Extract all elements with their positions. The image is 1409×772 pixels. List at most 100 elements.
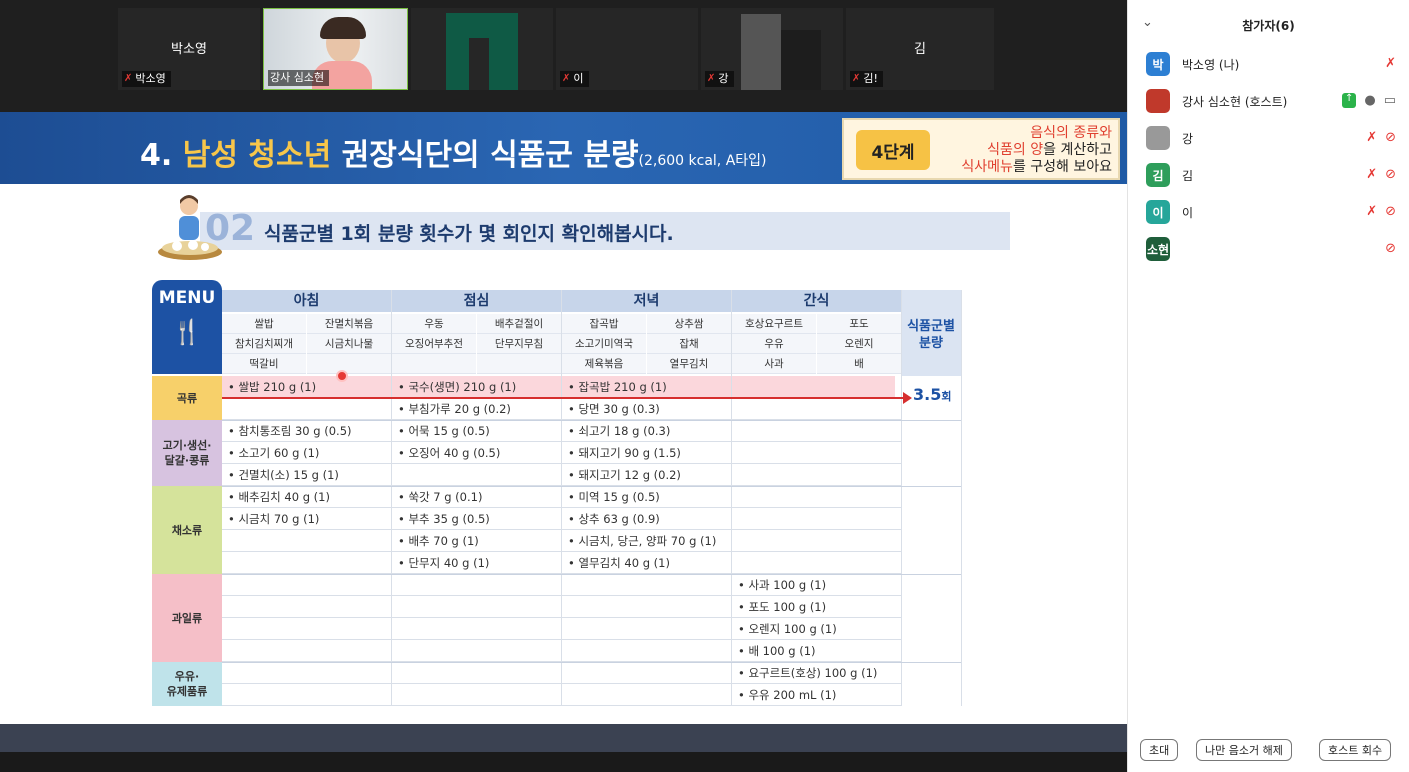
invite-button[interactable]: 초대 bbox=[1140, 739, 1179, 761]
participant-name: 강 bbox=[1182, 132, 1194, 146]
food-item: • 시금치 70 g (1) bbox=[228, 512, 320, 526]
participant-row[interactable]: 김 김 ✗ ⊘ bbox=[1146, 163, 1404, 189]
mic-muted-icon[interactable]: ✗ bbox=[1366, 204, 1377, 219]
annotation-pointer-icon bbox=[336, 370, 348, 382]
video-off-icon[interactable]: ⊘ bbox=[1385, 167, 1396, 182]
title-text: 권장식단의 식품군 분량 bbox=[341, 138, 639, 173]
step-line: 음식의 종류와 bbox=[1030, 125, 1112, 141]
column-divider bbox=[731, 290, 732, 706]
video-tile[interactable]: ✗ 강 bbox=[701, 8, 843, 90]
mic-muted-icon: ✗ bbox=[124, 73, 133, 84]
meal-menu-item: 배추겉절이 bbox=[477, 314, 561, 334]
meal-menu-item: 떡갈비 bbox=[222, 354, 306, 374]
food-item: • 잡곡밥 210 g (1) bbox=[568, 380, 667, 394]
participant-status-icons: ✗ ⊘ bbox=[1366, 130, 1396, 145]
section-heading: 식품군별 1회 분량 횟수가 몇 회인지 확인해봅시다. bbox=[264, 223, 674, 245]
meal-menu-item: 잔멸치볶음 bbox=[307, 314, 391, 334]
mic-muted-icon[interactable]: ✗ bbox=[1385, 56, 1396, 71]
food-item: • 쌀밥 210 g (1) bbox=[228, 380, 317, 394]
participant-row[interactable]: 소현 ⊘ bbox=[1146, 237, 1404, 263]
food-item: • 미역 15 g (0.5) bbox=[568, 490, 660, 504]
video-caption: ✗ 이 bbox=[560, 71, 589, 87]
participant-row[interactable]: 박 박소영 (나) ✗ bbox=[1146, 52, 1404, 78]
column-divider bbox=[391, 290, 392, 706]
participant-name: 김 bbox=[914, 42, 926, 57]
meal-header-snack: 간식 bbox=[732, 290, 901, 312]
video-camera-icon[interactable]: ▭ bbox=[1384, 93, 1396, 108]
video-tile[interactable]: 박소영 ✗ 박소영 bbox=[118, 8, 260, 90]
screen-bottom-edge bbox=[0, 752, 1127, 772]
avatar: 김 bbox=[1146, 163, 1170, 187]
avatar: 박 bbox=[1146, 52, 1170, 76]
person-hair bbox=[320, 17, 366, 39]
video-tile[interactable] bbox=[411, 8, 553, 90]
caption-name: 이 bbox=[573, 72, 584, 85]
column-divider bbox=[901, 290, 902, 706]
mic-muted-icon[interactable]: ✗ bbox=[1366, 130, 1377, 145]
video-feed-shadow bbox=[781, 30, 821, 90]
group-divider bbox=[222, 486, 961, 487]
caption-name: 김! bbox=[863, 72, 878, 85]
reclaim-host-button[interactable]: 호스트 회수 bbox=[1319, 739, 1392, 761]
meal-menu-item: 오렌지 bbox=[817, 334, 901, 354]
meal-menu-item: 시금치나물 bbox=[307, 334, 391, 354]
food-item: • 쇠고기 18 g (0.3) bbox=[568, 424, 671, 438]
food-item: • 국수(생면) 210 g (1) bbox=[398, 380, 517, 394]
video-off-icon[interactable]: ⊘ bbox=[1385, 130, 1396, 145]
meal-menu-item: 사과 bbox=[732, 354, 816, 374]
mic-muted-icon[interactable]: ✗ bbox=[1366, 167, 1377, 182]
group-label-milk: 우유· 유제품류 bbox=[152, 662, 222, 706]
group-label-grain: 곡류 bbox=[152, 376, 222, 420]
meal-menu-item: 포도 bbox=[817, 314, 901, 334]
food-item: • 어묵 15 g (0.5) bbox=[398, 424, 490, 438]
participant-row[interactable]: 이 이 ✗ ⊘ bbox=[1146, 200, 1404, 226]
video-off-icon[interactable]: ⊘ bbox=[1385, 241, 1396, 256]
mic-icon[interactable]: ● bbox=[1364, 93, 1375, 108]
participant-name: 김 bbox=[1182, 169, 1194, 183]
video-caption: 강사 심소현 bbox=[268, 70, 330, 86]
video-tile[interactable]: ✗ 이 bbox=[556, 8, 698, 90]
participant-row[interactable]: 강 ✗ ⊘ bbox=[1146, 126, 1404, 152]
serving-value: 3.5회 bbox=[913, 385, 951, 404]
food-item: • 단무지 40 g (1) bbox=[398, 556, 490, 570]
participant-name: 강사 심소현 (호스트) bbox=[1182, 95, 1288, 109]
food-item: • 요구르트(호상) 100 g (1) bbox=[738, 666, 878, 680]
video-tile[interactable]: 김 ✗ 김! bbox=[846, 8, 994, 90]
meal-menu-item bbox=[392, 354, 476, 374]
title-highlight: 남성 청소년 bbox=[182, 138, 332, 173]
participant-status-icons: ↑ ● ▭ bbox=[1341, 93, 1396, 108]
food-item: • 상추 63 g (0.9) bbox=[568, 512, 660, 526]
meal-menu-item: 열무김치 bbox=[647, 354, 731, 374]
meal-menu-item: 상추쌈 bbox=[647, 314, 731, 334]
caption-name: 박소영 bbox=[135, 72, 166, 85]
participant-row[interactable]: 강사 심소현 (호스트) ↑ ● ▭ bbox=[1146, 89, 1404, 115]
video-tile-active[interactable]: 강사 심소현 bbox=[263, 8, 408, 90]
meal-menu-item: 호상요구르트 bbox=[732, 314, 816, 334]
food-item: • 오징어 40 g (0.5) bbox=[398, 446, 501, 460]
meal-menu-item: 잡곡밥 bbox=[562, 314, 646, 334]
share-screen-icon[interactable]: ↑ bbox=[1341, 93, 1357, 108]
step-box: 4단계 음식의 종류와 식품의 양을 계산하고 식사메뉴를 구성해 보아요 bbox=[842, 118, 1120, 180]
avatar: 이 bbox=[1146, 200, 1170, 224]
participant-status-icons: ✗ bbox=[1385, 56, 1396, 71]
food-item: • 당면 30 g (0.3) bbox=[568, 402, 660, 416]
menu-label: MENU 🍴 bbox=[152, 280, 222, 374]
serving-header: 식품군별 분량 bbox=[901, 290, 961, 376]
participant-status-icons: ✗ ⊘ bbox=[1366, 167, 1396, 182]
group-label-fruit: 과일류 bbox=[152, 574, 222, 662]
mic-muted-icon: ✗ bbox=[852, 73, 861, 84]
meal-menu-item: 배 bbox=[817, 354, 901, 374]
mic-muted-icon: ✗ bbox=[707, 73, 716, 84]
step-line-highlight: 식사메뉴 bbox=[961, 159, 1013, 175]
participant-status-icons: ✗ ⊘ bbox=[1366, 204, 1396, 219]
avatar bbox=[1146, 126, 1170, 150]
video-feed bbox=[741, 14, 781, 90]
caption-name: 강 bbox=[718, 72, 729, 85]
unmute-me-button[interactable]: 나만 음소거 해제 bbox=[1196, 739, 1292, 761]
slide-header: 4. 남성 청소년 권장식단의 식품군 분량(2,600 kcal, A타입) … bbox=[0, 112, 1127, 184]
video-caption: ✗ 박소영 bbox=[122, 71, 171, 87]
video-off-icon[interactable]: ⊘ bbox=[1385, 204, 1396, 219]
participant-name: 박소영 (나) bbox=[1182, 58, 1240, 72]
title-subtitle: (2,600 kcal, A타입) bbox=[638, 153, 767, 169]
shared-screen-slide: 4. 남성 청소년 권장식단의 식품군 분량(2,600 kcal, A타입) … bbox=[0, 112, 1127, 724]
